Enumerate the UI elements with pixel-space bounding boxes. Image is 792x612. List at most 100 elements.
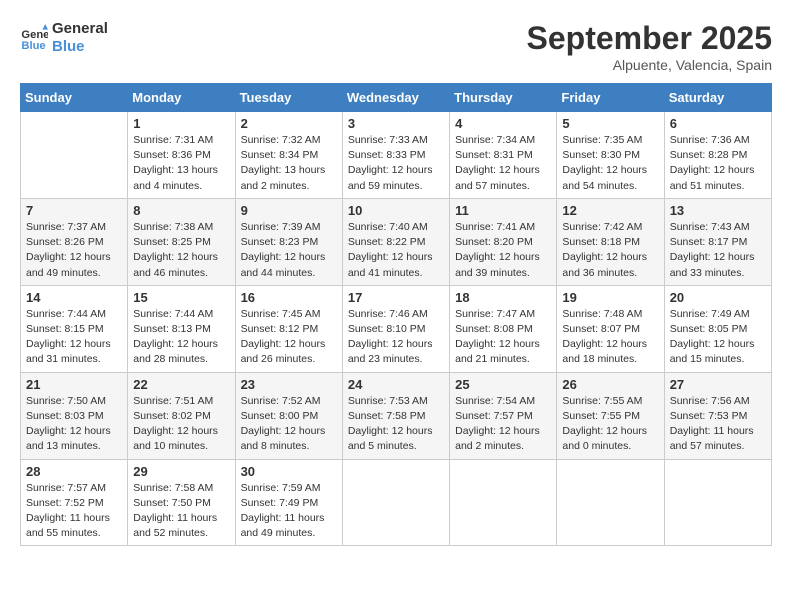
calendar-cell: 26 Sunrise: 7:55 AMSunset: 7:55 PMDayligh… (557, 372, 664, 459)
week-row-4: 21 Sunrise: 7:50 AMSunset: 8:03 PMDayligh… (21, 372, 772, 459)
day-number: 13 (670, 203, 766, 218)
day-info: Sunrise: 7:42 AMSunset: 8:18 PMDaylight:… (562, 220, 658, 281)
day-info: Sunrise: 7:46 AMSunset: 8:10 PMDaylight:… (348, 307, 444, 368)
day-number: 22 (133, 377, 229, 392)
day-info: Sunrise: 7:45 AMSunset: 8:12 PMDaylight:… (241, 307, 337, 368)
week-row-3: 14 Sunrise: 7:44 AMSunset: 8:15 PMDayligh… (21, 285, 772, 372)
logo: General Blue General Blue (20, 20, 108, 56)
day-info: Sunrise: 7:50 AMSunset: 8:03 PMDaylight:… (26, 394, 122, 455)
week-row-5: 28 Sunrise: 7:57 AMSunset: 7:52 PMDayligh… (21, 459, 772, 546)
day-number: 29 (133, 464, 229, 479)
calendar-cell: 2 Sunrise: 7:32 AMSunset: 8:34 PMDaylight… (235, 112, 342, 199)
calendar-cell: 30 Sunrise: 7:59 AMSunset: 7:49 PMDayligh… (235, 459, 342, 546)
calendar-cell: 7 Sunrise: 7:37 AMSunset: 8:26 PMDaylight… (21, 198, 128, 285)
logo-text-general: General (52, 20, 108, 38)
header-row: SundayMondayTuesdayWednesdayThursdayFrid… (21, 84, 772, 112)
day-number: 12 (562, 203, 658, 218)
day-info: Sunrise: 7:38 AMSunset: 8:25 PMDaylight:… (133, 220, 229, 281)
day-info: Sunrise: 7:51 AMSunset: 8:02 PMDaylight:… (133, 394, 229, 455)
day-number: 19 (562, 290, 658, 305)
day-info: Sunrise: 7:43 AMSunset: 8:17 PMDaylight:… (670, 220, 766, 281)
calendar-cell (664, 459, 771, 546)
day-number: 27 (670, 377, 766, 392)
day-number: 28 (26, 464, 122, 479)
day-info: Sunrise: 7:31 AMSunset: 8:36 PMDaylight:… (133, 133, 229, 194)
day-info: Sunrise: 7:41 AMSunset: 8:20 PMDaylight:… (455, 220, 551, 281)
day-info: Sunrise: 7:32 AMSunset: 8:34 PMDaylight:… (241, 133, 337, 194)
weekday-header-monday: Monday (128, 84, 235, 112)
calendar-cell: 5Sunrise: 7:35 AMSunset: 8:30 PMDaylight… (557, 112, 664, 199)
day-number: 8 (133, 203, 229, 218)
day-number: 20 (670, 290, 766, 305)
calendar-cell: 21 Sunrise: 7:50 AMSunset: 8:03 PMDayligh… (21, 372, 128, 459)
day-number: 4 (455, 116, 551, 131)
weekday-header-thursday: Thursday (450, 84, 557, 112)
day-info: Sunrise: 7:36 AMSunset: 8:28 PMDaylight:… (670, 133, 766, 194)
calendar-cell: 10 Sunrise: 7:40 AMSunset: 8:22 PMDayligh… (342, 198, 449, 285)
day-info: Sunrise: 7:59 AMSunset: 7:49 PMDaylight:… (241, 481, 337, 542)
calendar-cell: 3Sunrise: 7:33 AMSunset: 8:33 PMDaylight… (342, 112, 449, 199)
calendar-cell: 1 Sunrise: 7:31 AMSunset: 8:36 PMDaylight… (128, 112, 235, 199)
calendar-cell: 18 Sunrise: 7:47 AMSunset: 8:08 PMDayligh… (450, 285, 557, 372)
day-number: 23 (241, 377, 337, 392)
day-number: 5 (562, 116, 658, 131)
calendar-cell: 24Sunrise: 7:53 AMSunset: 7:58 PMDayligh… (342, 372, 449, 459)
day-info: Sunrise: 7:44 AMSunset: 8:13 PMDaylight:… (133, 307, 229, 368)
week-row-2: 7 Sunrise: 7:37 AMSunset: 8:26 PMDaylight… (21, 198, 772, 285)
day-number: 10 (348, 203, 444, 218)
day-info: Sunrise: 7:44 AMSunset: 8:15 PMDaylight:… (26, 307, 122, 368)
day-number: 9 (241, 203, 337, 218)
logo-icon: General Blue (20, 24, 48, 52)
day-number: 18 (455, 290, 551, 305)
calendar-cell: 27 Sunrise: 7:56 AMSunset: 7:53 PMDayligh… (664, 372, 771, 459)
day-info: Sunrise: 7:52 AMSunset: 8:00 PMDaylight:… (241, 394, 337, 455)
weekday-header-saturday: Saturday (664, 84, 771, 112)
day-info: Sunrise: 7:39 AMSunset: 8:23 PMDaylight:… (241, 220, 337, 281)
calendar-cell: 23 Sunrise: 7:52 AMSunset: 8:00 PMDayligh… (235, 372, 342, 459)
day-info: Sunrise: 7:56 AMSunset: 7:53 PMDaylight:… (670, 394, 766, 455)
day-info: Sunrise: 7:58 AMSunset: 7:50 PMDaylight:… (133, 481, 229, 542)
weekday-header-sunday: Sunday (21, 84, 128, 112)
calendar-cell (342, 459, 449, 546)
day-number: 21 (26, 377, 122, 392)
day-number: 7 (26, 203, 122, 218)
calendar-cell: 6 Sunrise: 7:36 AMSunset: 8:28 PMDaylight… (664, 112, 771, 199)
weekday-header-tuesday: Tuesday (235, 84, 342, 112)
day-number: 6 (670, 116, 766, 131)
day-number: 11 (455, 203, 551, 218)
weekday-header-friday: Friday (557, 84, 664, 112)
calendar-cell: 17Sunrise: 7:46 AMSunset: 8:10 PMDayligh… (342, 285, 449, 372)
page-header: General Blue General Blue September 2025… (20, 20, 772, 73)
calendar-cell: 9 Sunrise: 7:39 AMSunset: 8:23 PMDaylight… (235, 198, 342, 285)
day-number: 3 (348, 116, 444, 131)
day-info: Sunrise: 7:40 AMSunset: 8:22 PMDaylight:… (348, 220, 444, 281)
day-number: 26 (562, 377, 658, 392)
day-info: Sunrise: 7:37 AMSunset: 8:26 PMDaylight:… (26, 220, 122, 281)
calendar-cell: 8 Sunrise: 7:38 AMSunset: 8:25 PMDaylight… (128, 198, 235, 285)
calendar-cell: 4 Sunrise: 7:34 AMSunset: 8:31 PMDaylight… (450, 112, 557, 199)
calendar-cell: 16 Sunrise: 7:45 AMSunset: 8:12 PMDayligh… (235, 285, 342, 372)
location: Alpuente, Valencia, Spain (527, 57, 772, 73)
calendar-cell: 13 Sunrise: 7:43 AMSunset: 8:17 PMDayligh… (664, 198, 771, 285)
day-info: Sunrise: 7:48 AMSunset: 8:07 PMDaylight:… (562, 307, 658, 368)
day-number: 24 (348, 377, 444, 392)
logo-text-blue: Blue (52, 38, 108, 56)
day-number: 15 (133, 290, 229, 305)
title-block: September 2025 Alpuente, Valencia, Spain (527, 20, 772, 73)
day-number: 2 (241, 116, 337, 131)
calendar-cell (557, 459, 664, 546)
calendar-cell: 11 Sunrise: 7:41 AMSunset: 8:20 PMDayligh… (450, 198, 557, 285)
svg-text:Blue: Blue (21, 40, 45, 52)
month-title: September 2025 (527, 20, 772, 57)
day-info: Sunrise: 7:57 AMSunset: 7:52 PMDaylight:… (26, 481, 122, 542)
day-number: 25 (455, 377, 551, 392)
day-number: 1 (133, 116, 229, 131)
day-info: Sunrise: 7:34 AMSunset: 8:31 PMDaylight:… (455, 133, 551, 194)
calendar-cell: 28 Sunrise: 7:57 AMSunset: 7:52 PMDayligh… (21, 459, 128, 546)
day-info: Sunrise: 7:55 AMSunset: 7:55 PMDaylight:… (562, 394, 658, 455)
day-number: 30 (241, 464, 337, 479)
calendar-cell: 22 Sunrise: 7:51 AMSunset: 8:02 PMDayligh… (128, 372, 235, 459)
day-number: 14 (26, 290, 122, 305)
day-number: 16 (241, 290, 337, 305)
day-info: Sunrise: 7:47 AMSunset: 8:08 PMDaylight:… (455, 307, 551, 368)
